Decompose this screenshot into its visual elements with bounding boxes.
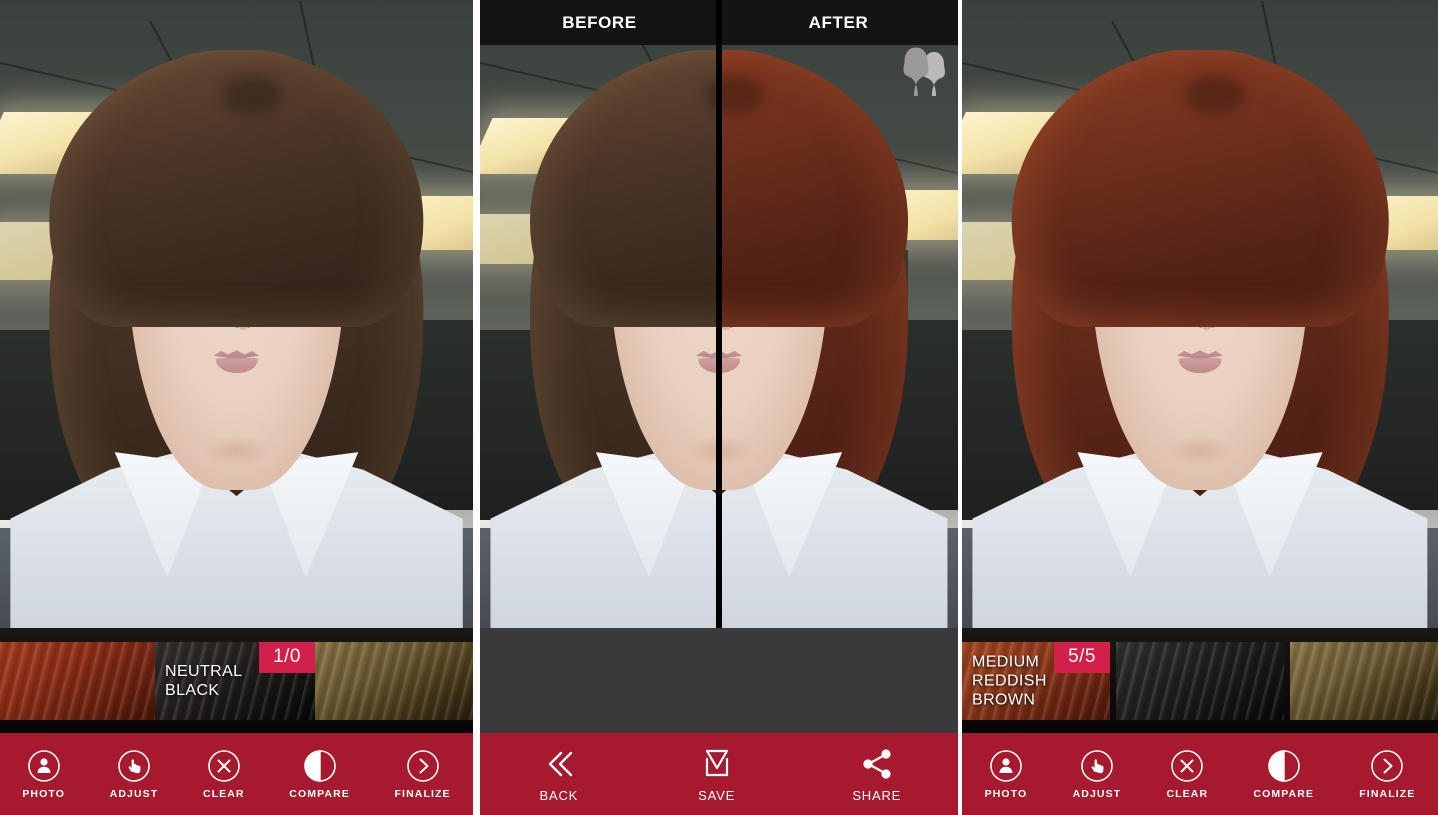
save-button[interactable]: SAVE [695, 745, 739, 803]
swatch-label: NEUTRAL BLACK [165, 662, 242, 700]
chin-shadow [202, 435, 272, 466]
save-tray-icon [695, 745, 739, 783]
share-label: SHARE [852, 788, 901, 803]
after-label: AFTER [719, 13, 958, 33]
swatch-texture [1116, 642, 1284, 720]
panel-right-result: MEDIUM REDDISH BROWN 5/5 PHOTO [962, 0, 1438, 815]
swatch-item[interactable] [315, 642, 473, 720]
clear-button[interactable]: CLEAR [203, 749, 245, 800]
panel-middle-compare: BEFORE AFTER BACK SAVE [480, 0, 958, 815]
back-button[interactable]: BACK [537, 745, 581, 803]
share-button[interactable]: SHARE [852, 745, 901, 803]
photo-label: PHOTO [22, 788, 65, 800]
compare-icon [1267, 749, 1301, 783]
photo-button[interactable]: PHOTO [985, 749, 1028, 800]
finalize-label: FINALIZE [1359, 788, 1415, 800]
photo-preview-right[interactable] [962, 0, 1438, 628]
two-heads-icon[interactable] [892, 44, 950, 96]
bottom-toolbar-middle[interactable]: BACK SAVE SHARE [480, 733, 958, 815]
swatch-item-selected[interactable]: NEUTRAL BLACK 1/0 [155, 642, 315, 720]
swatch-badge: 1/0 [259, 642, 315, 673]
color-swatch-strip-left[interactable]: NEUTRAL BLACK 1/0 [0, 628, 473, 733]
clear-label: CLEAR [1166, 788, 1208, 800]
back-chevrons-icon [537, 745, 581, 783]
lips [1177, 348, 1223, 373]
save-label: SAVE [698, 788, 735, 803]
compare-label: COMPARE [1253, 788, 1314, 800]
photo-compare[interactable]: BEFORE AFTER [480, 0, 958, 628]
photo-icon [989, 749, 1023, 783]
compare-icon [303, 749, 337, 783]
swatch-item-selected[interactable]: MEDIUM REDDISH BROWN 5/5 [962, 642, 1110, 720]
adjust-label: ADJUST [1073, 788, 1122, 800]
swatch-item[interactable] [0, 642, 155, 720]
clear-button[interactable]: CLEAR [1166, 749, 1208, 800]
lips [214, 348, 260, 373]
adjust-button[interactable]: ADJUST [110, 749, 159, 800]
adjust-label: ADJUST [110, 788, 159, 800]
compare-label: COMPARE [289, 788, 350, 800]
share-nodes-icon [855, 745, 899, 783]
finalize-label: FINALIZE [395, 788, 451, 800]
adjust-icon [117, 749, 151, 783]
photo-button[interactable]: PHOTO [22, 749, 65, 800]
swatch-label: MEDIUM REDDISH BROWN [972, 652, 1047, 709]
portrait-before [499, 0, 719, 628]
panel-left-original: NEUTRAL BLACK 1/0 PHOTO [0, 0, 473, 815]
color-swatch-strip-right[interactable]: MEDIUM REDDISH BROWN 5/5 [962, 628, 1438, 733]
back-label: BACK [540, 788, 579, 803]
hair-front [49, 50, 423, 326]
swatch-texture [0, 642, 155, 720]
finalize-button[interactable]: FINALIZE [395, 749, 451, 800]
swatch-item[interactable] [1116, 642, 1284, 720]
swatch-badge: 5/5 [1054, 642, 1110, 673]
photo-icon [27, 749, 61, 783]
compare-button[interactable]: COMPARE [289, 749, 350, 800]
photo-label: PHOTO [985, 788, 1028, 800]
clear-icon [207, 749, 241, 783]
swatch-texture [1290, 642, 1438, 720]
hair-part [222, 75, 282, 114]
hair-front [1012, 50, 1389, 326]
bottom-toolbar-right[interactable]: PHOTO ADJUST CLEAR [962, 733, 1438, 815]
portrait-result [981, 0, 1419, 628]
adjust-button[interactable]: ADJUST [1073, 749, 1122, 800]
finalize-icon [406, 749, 440, 783]
adjust-icon [1080, 749, 1114, 783]
clear-label: CLEAR [203, 788, 245, 800]
portrait-original [19, 0, 454, 628]
swatch-texture [315, 642, 473, 720]
photo-preview-left[interactable] [0, 0, 473, 628]
finalize-button[interactable]: FINALIZE [1359, 749, 1415, 800]
compare-button[interactable]: COMPARE [1253, 749, 1314, 800]
before-half [480, 0, 719, 628]
panel-divider [473, 0, 480, 815]
swatch-item[interactable] [1290, 642, 1438, 720]
filler-strip-middle [480, 628, 958, 733]
bottom-toolbar-left[interactable]: PHOTO ADJUST CLEAR [0, 733, 473, 815]
before-label: BEFORE [480, 13, 719, 33]
split-divider[interactable] [716, 0, 722, 628]
screenshot-stage: NEUTRAL BLACK 1/0 PHOTO [0, 0, 1438, 815]
clear-icon [1170, 749, 1204, 783]
finalize-icon [1370, 749, 1404, 783]
